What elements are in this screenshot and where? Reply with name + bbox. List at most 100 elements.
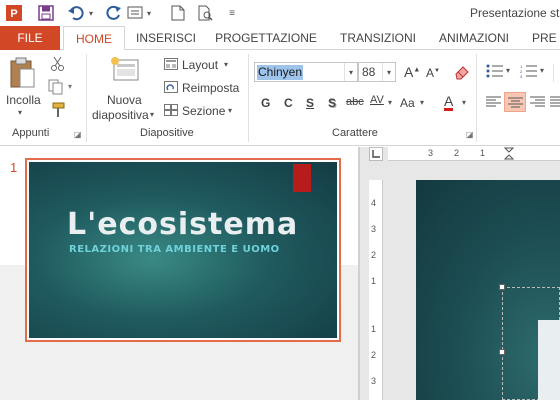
tab-insert[interactable]: INSERISCI	[132, 26, 200, 50]
separator	[476, 54, 477, 142]
character-spacing-dropdown-icon[interactable]: ▾	[388, 98, 392, 107]
font-size-dropdown-icon[interactable]: ▾	[382, 63, 395, 81]
slide-title: L'ecosistema	[67, 207, 299, 242]
clipboard-launcher-icon[interactable]: ◪	[74, 130, 82, 139]
tab-home[interactable]: HOME	[63, 26, 125, 51]
copy-icon[interactable]	[48, 79, 66, 98]
separator	[86, 54, 87, 142]
ribbon-tabs: FILE HOME INSERISCI PROGETTAZIONE TRANSI…	[0, 26, 560, 51]
paste-dropdown-icon[interactable]: ▾	[18, 108, 22, 117]
paste-icon[interactable]	[8, 56, 38, 95]
qat-dropdown-icon[interactable]: ▾	[144, 3, 154, 23]
ruler-tick: 3	[428, 148, 434, 158]
new-slide-dropdown-icon[interactable]: ▾	[150, 110, 154, 119]
font-size-value[interactable]: 88	[361, 65, 376, 80]
horizontal-ruler[interactable]: 3 2 1	[388, 147, 560, 161]
from-beginning-icon[interactable]	[126, 3, 146, 23]
shrink-font-icon[interactable]: A▼	[426, 66, 440, 80]
ribbon: Incolla ▾ ▾ Appunti ◪ Nuova diapositiva …	[0, 50, 560, 146]
ruler-tick: 2	[454, 148, 460, 158]
new-slide-label-2[interactable]: diapositiva	[92, 108, 149, 122]
vertical-ruler[interactable]: 4 3 2 1 1 2 3	[369, 180, 383, 400]
character-spacing-button[interactable]: AV	[370, 94, 384, 106]
slide-thumbnail[interactable]: L'ecosistema RELAZIONI TRA AMBIENTE E UO…	[25, 158, 341, 342]
strikethrough-button[interactable]: abc	[346, 96, 364, 108]
font-family-value[interactable]: Chinyen	[257, 65, 304, 80]
ruler-tick: 1	[371, 324, 377, 334]
print-preview-icon[interactable]	[196, 3, 216, 23]
clear-formatting-icon[interactable]	[454, 64, 470, 83]
font-color-button[interactable]: A	[444, 94, 454, 111]
save-icon[interactable]	[36, 3, 56, 23]
numbering-dropdown-icon[interactable]: ▾	[540, 66, 544, 75]
resize-handle[interactable]	[499, 349, 505, 355]
align-right-icon[interactable]	[530, 96, 546, 111]
slides-group-label: Diapositive	[140, 127, 194, 139]
resize-handle[interactable]	[499, 284, 505, 290]
undo-icon[interactable]	[66, 3, 86, 23]
separator	[248, 54, 249, 142]
reset-label[interactable]: Reimposta	[182, 81, 239, 95]
slide-subtitle: RELAZIONI TRA AMBIENTE E UOMO	[69, 244, 280, 255]
shadow-button[interactable]: S	[328, 96, 336, 110]
align-left-icon[interactable]	[486, 96, 502, 111]
svg-text:3: 3	[520, 74, 523, 78]
ruler-tick: 2	[371, 350, 377, 360]
tab-more[interactable]: PRE	[532, 26, 560, 50]
underline-button[interactable]: S	[306, 96, 314, 110]
redo-icon[interactable]	[104, 3, 124, 23]
grow-font-icon[interactable]: A▲	[404, 64, 420, 80]
copy-dropdown-icon[interactable]: ▾	[68, 82, 72, 91]
tab-animations[interactable]: ANIMAZIONI	[432, 26, 516, 50]
bullets-icon[interactable]	[486, 64, 504, 81]
numbering-icon[interactable]: 123	[520, 64, 538, 81]
font-group-label: Carattere	[332, 127, 378, 139]
tab-file[interactable]: FILE	[0, 26, 60, 50]
quick-access-toolbar: P ▾ ▾ ≡ Presentazione sta	[0, 0, 560, 26]
change-case-button[interactable]: Aa	[400, 96, 415, 110]
editor-slide-canvas[interactable]	[416, 180, 560, 400]
format-painter-icon[interactable]	[50, 102, 66, 121]
slide-thumbnail-content: L'ecosistema RELAZIONI TRA AMBIENTE E UO…	[29, 162, 337, 338]
ruler-tick: 4	[371, 198, 377, 208]
change-case-dropdown-icon[interactable]: ▾	[420, 98, 424, 107]
reset-icon[interactable]	[164, 81, 178, 96]
font-family-dropdown-icon[interactable]: ▾	[344, 63, 357, 81]
separator	[553, 64, 554, 82]
ruler-tick: 3	[371, 376, 377, 386]
font-size-combo[interactable]: 88 ▾	[358, 62, 396, 82]
font-family-combo[interactable]: Chinyen ▾	[254, 62, 358, 82]
ruler-tick: 1	[480, 148, 486, 158]
new-slide-label-1[interactable]: Nuova	[107, 93, 142, 107]
section-icon[interactable]	[164, 104, 178, 119]
layout-label[interactable]: Layout	[182, 58, 218, 72]
layout-dropdown-icon[interactable]: ▾	[224, 60, 228, 69]
font-color-dropdown-icon[interactable]: ▾	[462, 98, 466, 107]
slide-decoration-tab	[293, 164, 311, 192]
window-title: Presentazione sta	[470, 6, 560, 20]
paste-label[interactable]: Incolla	[6, 93, 41, 107]
cut-icon[interactable]	[50, 56, 66, 75]
align-center-button[interactable]	[504, 92, 526, 112]
font-launcher-icon[interactable]: ◪	[466, 130, 474, 139]
indent-marker-icon[interactable]	[503, 147, 515, 160]
ruler-tick: 2	[371, 250, 377, 260]
bold-button[interactable]: G	[261, 96, 270, 110]
layout-icon[interactable]	[164, 58, 178, 73]
new-document-icon[interactable]	[168, 3, 188, 23]
slide-number: 1	[10, 160, 18, 175]
editor-title-glyph	[538, 320, 560, 400]
italic-button[interactable]: C	[284, 96, 293, 110]
clipboard-group-label: Appunti	[12, 127, 50, 139]
customize-qat-icon[interactable]: ≡	[222, 3, 242, 23]
tab-design[interactable]: PROGETTAZIONE	[212, 26, 320, 50]
bullets-dropdown-icon[interactable]: ▾	[506, 66, 510, 75]
new-slide-icon[interactable]	[108, 56, 142, 89]
tab-transitions[interactable]: TRANSIZIONI	[334, 26, 422, 50]
ruler-tick: 1	[371, 276, 377, 286]
section-label[interactable]: Sezione	[182, 104, 225, 118]
tab-selector[interactable]	[369, 147, 383, 161]
section-dropdown-icon[interactable]: ▾	[228, 106, 232, 115]
justify-icon[interactable]	[550, 96, 560, 111]
undo-dropdown-icon[interactable]: ▾	[86, 3, 96, 23]
